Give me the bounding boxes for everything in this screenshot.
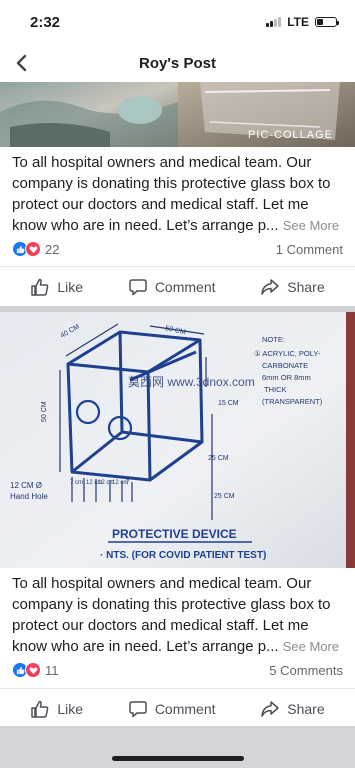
status-indicators: LTE [266, 15, 339, 29]
see-more-link[interactable]: See More [283, 218, 339, 233]
note-line: ① ACRYLIC, POLY- [254, 349, 321, 358]
status-bar: 2:32 LTE [0, 0, 355, 44]
reaction-summary: 22 1 Comment [12, 239, 343, 259]
page-title: Roy's Post [139, 54, 216, 72]
note-line: (TRANSPARENT) [262, 397, 323, 406]
hand-hole-label: Hand Hole [10, 492, 48, 501]
see-more-link[interactable]: See More [283, 639, 339, 654]
reactions-count-group[interactable]: 22 [12, 241, 59, 257]
post-text: To all hospital owners and medical team.… [12, 573, 345, 657]
reaction-count: 22 [45, 241, 60, 257]
comment-button[interactable]: Comment [128, 699, 216, 719]
comment-label: Comment [154, 278, 216, 295]
thumbs-up-icon [31, 700, 49, 718]
thumbs-up-icon [31, 278, 49, 296]
network-label: LTE [287, 15, 309, 29]
comment-count[interactable]: 1 Comment [276, 242, 343, 257]
post-actions: Like Comment Share [0, 266, 355, 306]
image-watermark: 莫西网 www.3dnox.com [128, 375, 255, 389]
sketch-caption: PROTECTIVE DEVICE [112, 527, 237, 541]
chevron-left-icon [16, 54, 27, 72]
dim-lower-2: 25 CM [214, 493, 235, 500]
post-actions: Like Comment Share [0, 688, 355, 728]
dim-lower-1: 25 CM [208, 455, 229, 462]
share-arrow-icon [261, 278, 279, 295]
note-title: NOTE: [262, 335, 285, 344]
share-button[interactable]: Share [260, 277, 325, 297]
note-line: THICK [264, 385, 287, 394]
love-reaction-icon [25, 662, 41, 678]
reactions-count-group[interactable]: 11 [12, 662, 59, 678]
hand-hole-size: 12 CM Ø [10, 481, 42, 490]
reaction-summary: 11 5 Comments [12, 660, 343, 680]
like-button[interactable]: Like [30, 277, 83, 297]
collage-watermark: PIC·COLLAGE [248, 129, 333, 141]
comment-bubble-icon [129, 700, 147, 717]
navigation-bar: Roy's Post [0, 44, 355, 82]
comment-button[interactable]: Comment [128, 277, 216, 297]
like-button[interactable]: Like [30, 699, 83, 719]
sketch-subcaption: · NTS. (FOR COVID PATIENT TEST) [100, 550, 266, 561]
post-photo[interactable]: PIC·COLLAGE [0, 82, 355, 147]
dim-height: 50 CM [41, 401, 48, 422]
comment-count[interactable]: 5 Comments [269, 663, 343, 678]
small-dim: 7 cm [70, 480, 83, 486]
bottom-safe-area [0, 726, 355, 768]
share-button[interactable]: Share [260, 699, 325, 719]
dim-upper: 15 CM [218, 400, 239, 407]
post-text: To all hospital owners and medical team.… [12, 152, 345, 236]
battery-icon [315, 17, 339, 27]
share-arrow-icon [261, 700, 279, 717]
home-indicator[interactable] [112, 756, 244, 761]
post-photo-sketch[interactable]: 40 CM 50 CM 50 CM 15 CM 25 CM 25 CM 7 cm… [0, 312, 355, 568]
status-time: 2:32 [30, 13, 61, 31]
note-line: CARBONATE [262, 361, 308, 370]
like-label: Like [57, 700, 84, 717]
like-label: Like [57, 278, 84, 295]
comment-label: Comment [154, 700, 216, 717]
back-button[interactable] [8, 50, 34, 76]
note-line: 6mm OR 8mm [262, 373, 311, 382]
share-label: Share [287, 278, 325, 295]
screen: 2:32 LTE Roy's Post PIC·COLLAGE To all h… [0, 0, 355, 768]
reaction-count: 11 [45, 662, 59, 678]
love-reaction-icon [25, 241, 41, 257]
comment-bubble-icon [129, 278, 147, 295]
signal-icon [266, 17, 282, 27]
share-label: Share [287, 700, 325, 717]
